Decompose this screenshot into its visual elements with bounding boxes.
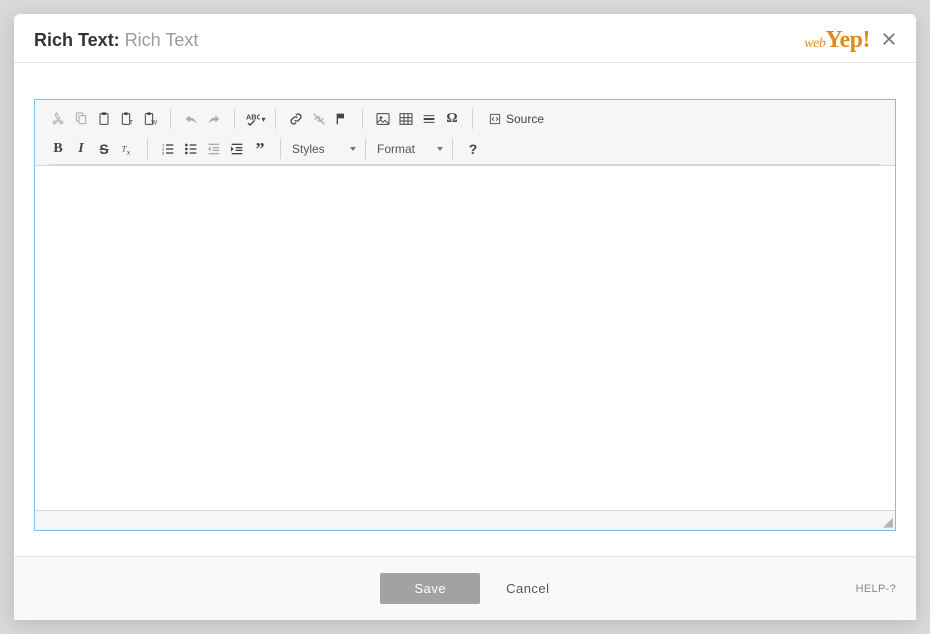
logo-yep: Yep! <box>825 27 870 53</box>
copy-icon[interactable] <box>70 108 92 130</box>
unlink-icon[interactable] <box>308 108 330 130</box>
footer-buttons: Save Cancel <box>380 573 549 604</box>
title-value: Rich Text <box>125 30 199 50</box>
resize-handle[interactable] <box>879 514 893 528</box>
svg-text:x: x <box>127 150 130 156</box>
italic-button[interactable]: I <box>70 138 92 160</box>
blockquote-icon[interactable]: ” <box>249 138 271 160</box>
paste-icon[interactable] <box>93 108 115 130</box>
format-label: Format <box>377 142 415 156</box>
editor-container: T W ABC▾ <box>34 99 896 531</box>
indent-icon[interactable] <box>226 138 248 160</box>
anchor-icon[interactable] <box>331 108 353 130</box>
dialog-header: Rich Text: Rich Text webYep! <box>14 14 916 63</box>
bold-button[interactable]: B <box>47 138 69 160</box>
source-button[interactable]: Source <box>482 108 550 130</box>
numbered-list-icon[interactable]: 123 <box>157 138 179 160</box>
source-label: Source <box>506 112 544 126</box>
editor-statusbar <box>35 510 895 530</box>
bullet-list-icon[interactable] <box>180 138 202 160</box>
editor-content-area[interactable] <box>35 166 895 510</box>
logo-web: web <box>804 36 825 51</box>
styles-dropdown[interactable]: Styles <box>284 138 362 160</box>
paste-text-icon[interactable]: T <box>116 108 138 130</box>
toolbar-row-2: B I S Tx 123 ” Styles <box>41 134 889 164</box>
link-icon[interactable] <box>285 108 307 130</box>
chevron-down-icon <box>437 147 443 151</box>
webyep-logo: webYep! <box>804 28 870 52</box>
cancel-button[interactable]: Cancel <box>506 581 549 596</box>
paste-word-icon[interactable]: W <box>139 108 161 130</box>
svg-text:W: W <box>151 120 157 126</box>
help-glyph: ? <box>469 141 478 157</box>
rich-text-dialog: Rich Text: Rich Text webYep! T <box>14 14 916 620</box>
cut-icon[interactable] <box>47 108 69 130</box>
remove-format-icon[interactable]: Tx <box>116 138 138 160</box>
save-button[interactable]: Save <box>380 573 480 604</box>
redo-icon[interactable] <box>203 108 225 130</box>
help-link[interactable]: HELP-? <box>856 583 896 595</box>
dialog-title: Rich Text: Rich Text <box>34 30 198 51</box>
title-prefix: Rich Text: <box>34 30 125 50</box>
strike-glyph: S <box>99 141 108 157</box>
undo-icon[interactable] <box>180 108 202 130</box>
close-button[interactable] <box>882 30 896 50</box>
omega-glyph: Ω <box>446 111 457 127</box>
horizontal-rule-icon[interactable] <box>418 108 440 130</box>
header-right: webYep! <box>804 28 896 52</box>
editor-toolbar: T W ABC▾ <box>35 100 895 166</box>
svg-text:ABC: ABC <box>246 113 260 122</box>
outdent-icon[interactable] <box>203 138 225 160</box>
strike-button[interactable]: S <box>93 138 115 160</box>
italic-glyph: I <box>78 141 83 157</box>
spellcheck-icon[interactable]: ABC▾ <box>244 108 266 130</box>
dialog-body: T W ABC▾ <box>14 63 916 556</box>
table-icon[interactable] <box>395 108 417 130</box>
format-dropdown[interactable]: Format <box>369 138 449 160</box>
toolbar-row-1: T W ABC▾ <box>41 104 889 134</box>
svg-text:T: T <box>129 119 133 126</box>
chevron-down-icon <box>350 147 356 151</box>
image-icon[interactable] <box>372 108 394 130</box>
about-icon[interactable]: ? <box>462 138 484 160</box>
dialog-footer: Save Cancel HELP-? <box>14 556 916 620</box>
special-char-icon[interactable]: Ω <box>441 108 463 130</box>
quote-glyph: ” <box>256 142 265 156</box>
bold-glyph: B <box>53 141 62 157</box>
styles-label: Styles <box>292 142 325 156</box>
svg-text:3: 3 <box>162 150 165 155</box>
